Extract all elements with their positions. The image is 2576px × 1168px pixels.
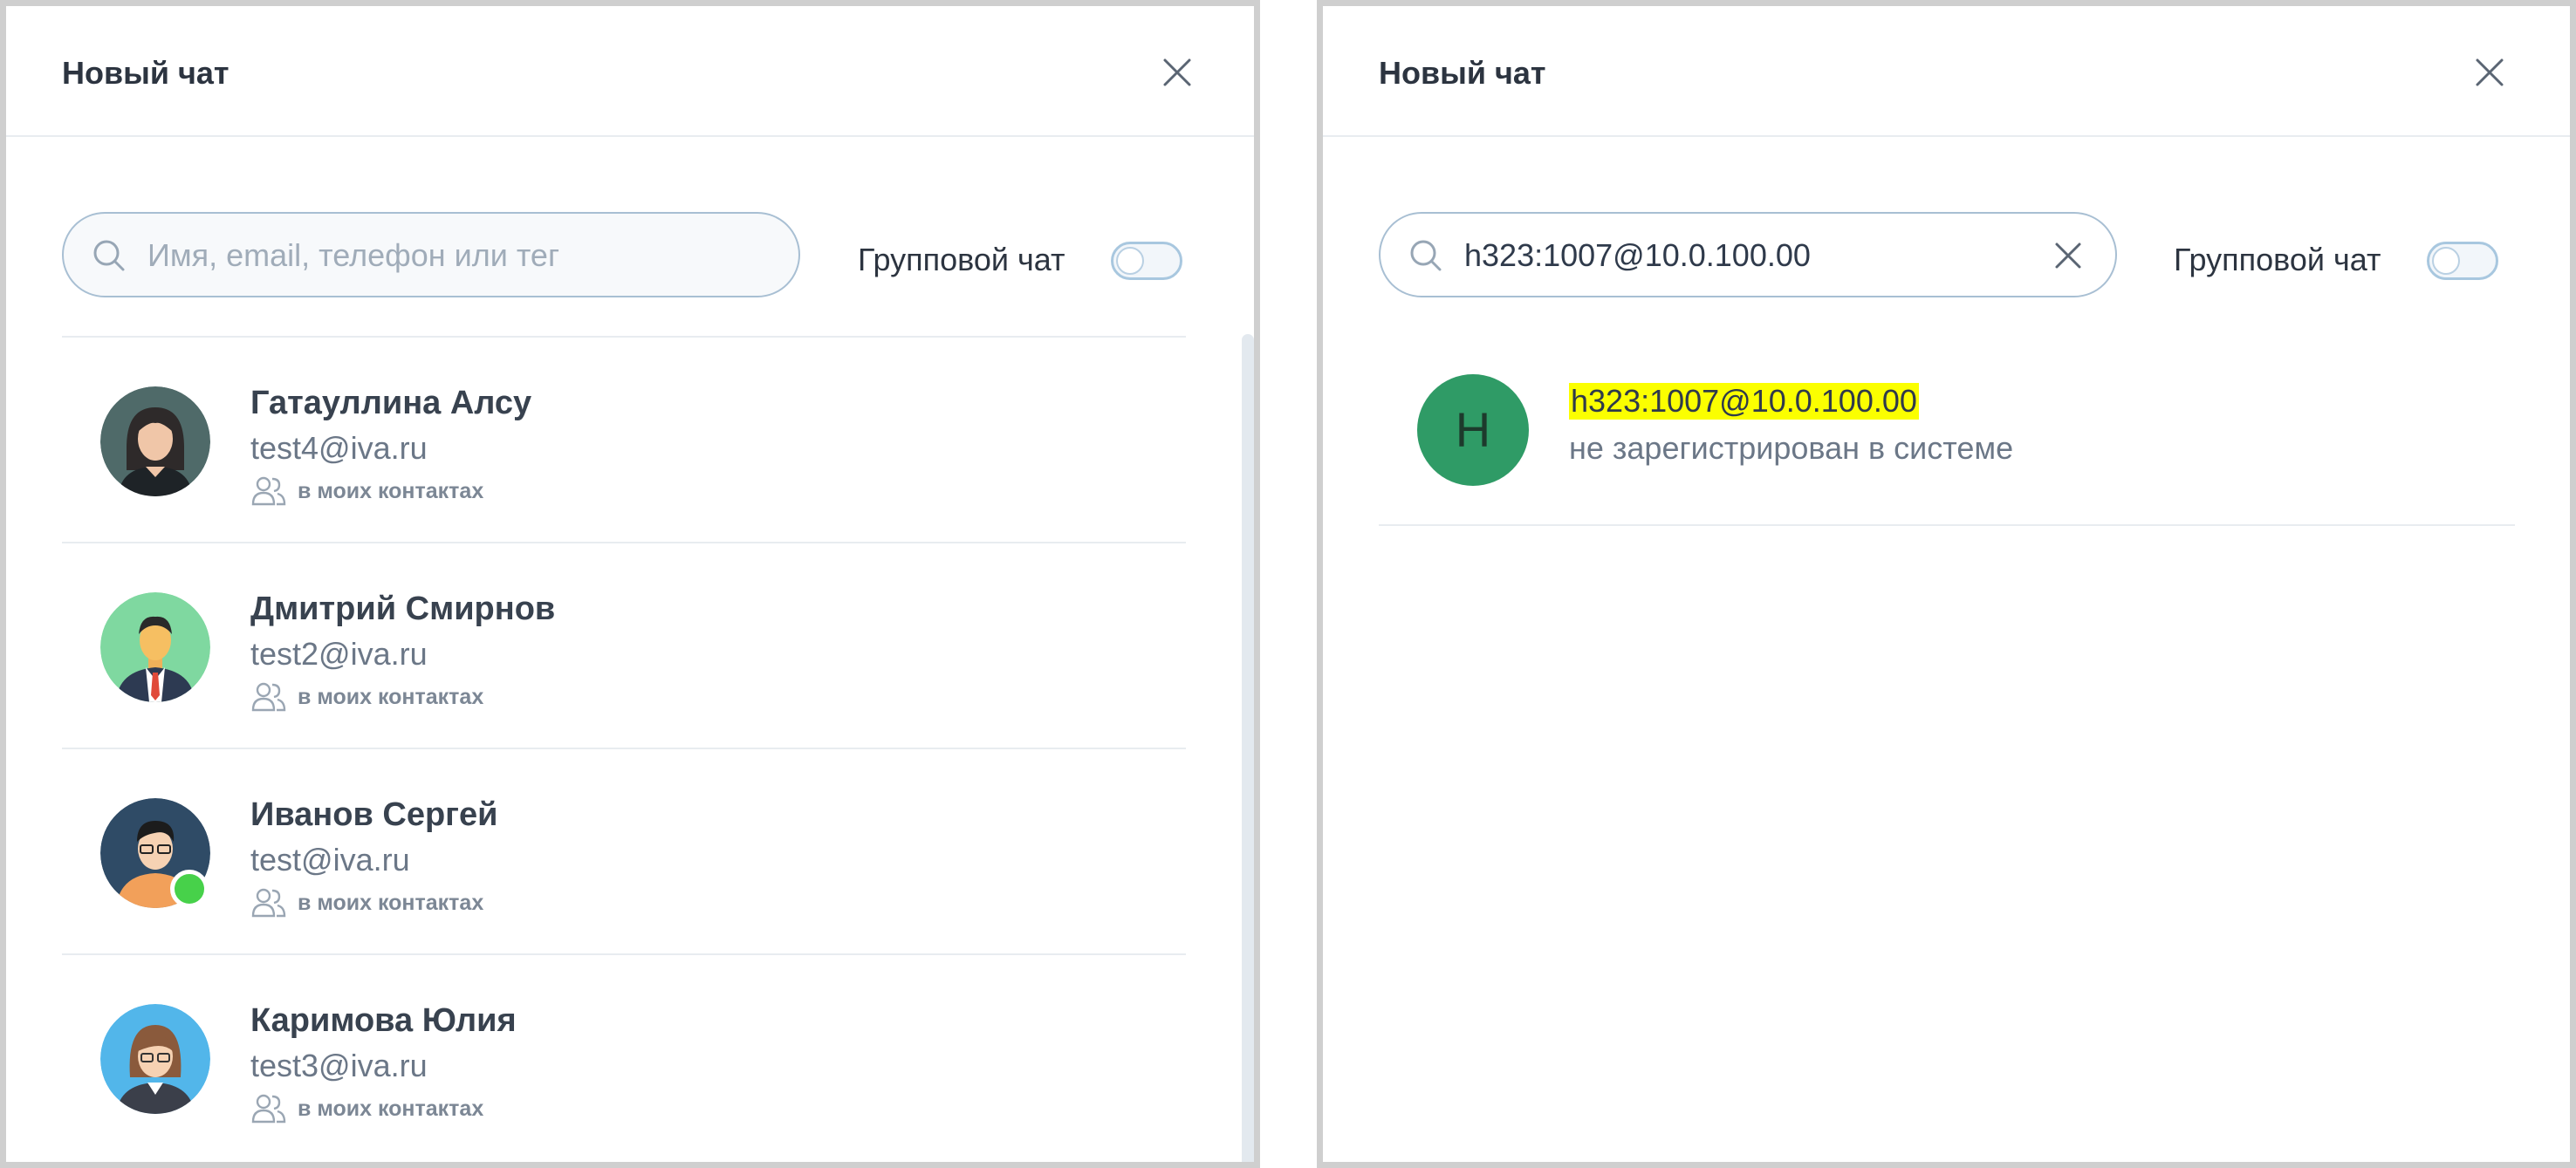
contact-email: test3@iva.ru bbox=[250, 1048, 428, 1083]
close-icon bbox=[1163, 58, 1191, 86]
new-chat-dialog-left: Новый чат Групповой чат Гатаулли bbox=[0, 0, 1260, 1168]
contact-row[interactable]: Иванов Сергей test@iva.ru в моих контакт… bbox=[62, 748, 1186, 953]
contact-tag: в моих контактах bbox=[250, 1093, 483, 1124]
group-chat-toggle[interactable] bbox=[2427, 242, 2498, 280]
contact-name: Иванов Сергей bbox=[250, 796, 498, 833]
result-status: не зарегистрирован в системе bbox=[1569, 430, 2014, 466]
search-icon bbox=[1407, 236, 1445, 275]
contact-email: test@iva.ru bbox=[250, 842, 410, 878]
tag-text: в моих контактах bbox=[298, 684, 484, 709]
group-chat-toggle[interactable] bbox=[1111, 242, 1182, 280]
clear-search-icon[interactable] bbox=[2052, 240, 2084, 271]
online-status-indicator bbox=[170, 870, 209, 908]
group-chat-label: Групповой чат bbox=[858, 242, 1065, 277]
man-suit-avatar bbox=[100, 592, 210, 702]
contact-name: Дмитрий Смирнов bbox=[250, 591, 556, 627]
contact-name: Каримова Юлия bbox=[250, 1002, 517, 1039]
users-icon bbox=[250, 681, 287, 713]
tag-text: в моих контактах bbox=[298, 890, 484, 915]
group-chat-label: Групповой чат bbox=[2174, 242, 2381, 277]
close-button[interactable] bbox=[2472, 55, 2507, 90]
close-icon bbox=[2476, 58, 2504, 86]
initial-avatar: H bbox=[1417, 374, 1529, 486]
dialog-title: Новый чат bbox=[1379, 55, 1546, 91]
users-icon bbox=[250, 1093, 287, 1124]
new-chat-dialog-right: Новый чат Групповой чат H h323:1007@10.0… bbox=[1317, 0, 2576, 1168]
woman-dark-hair-avatar bbox=[100, 386, 210, 496]
contact-tag: в моих контактах bbox=[250, 681, 483, 713]
search-input[interactable] bbox=[1464, 233, 2040, 278]
users-icon bbox=[250, 887, 287, 919]
scrollbar[interactable] bbox=[1242, 334, 1254, 1162]
search-icon bbox=[90, 236, 128, 275]
dialog-header: Новый чат bbox=[6, 6, 1254, 137]
tag-text: в моих контактах bbox=[298, 1096, 484, 1121]
contact-name: Гатауллина Алсу bbox=[250, 385, 532, 421]
close-button[interactable] bbox=[1160, 55, 1195, 90]
contact-email: test2@iva.ru bbox=[250, 636, 428, 672]
toggle-knob bbox=[2432, 247, 2460, 275]
dialog-title: Новый чат bbox=[62, 55, 230, 91]
contact-row[interactable]: Дмитрий Смирнов test2@iva.ru в моих конт… bbox=[62, 542, 1186, 748]
search-field[interactable] bbox=[62, 212, 800, 297]
result-address: h323:1007@10.0.100.00 bbox=[1569, 383, 1919, 420]
contact-row[interactable]: Каримова Юлия test3@iva.ru в моих контак… bbox=[62, 953, 1186, 1159]
users-icon bbox=[250, 475, 287, 507]
toggle-knob bbox=[1116, 247, 1144, 275]
search-result-row[interactable]: H h323:1007@10.0.100.00 не зарегистриров… bbox=[1379, 334, 2515, 526]
dialog-header: Новый чат bbox=[1323, 6, 2570, 137]
contact-tag: в моих контактах bbox=[250, 887, 483, 919]
contact-email: test4@iva.ru bbox=[250, 430, 428, 466]
contact-row[interactable]: Гатауллина Алсу test4@iva.ru в моих конт… bbox=[62, 336, 1186, 542]
search-field[interactable] bbox=[1379, 212, 2117, 297]
contact-list: Гатауллина Алсу test4@iva.ru в моих конт… bbox=[62, 336, 1186, 1159]
search-input[interactable] bbox=[147, 233, 723, 278]
tag-text: в моих контактах bbox=[298, 478, 484, 503]
woman-glasses-avatar bbox=[100, 1004, 210, 1114]
contact-tag: в моих контактах bbox=[250, 475, 483, 507]
